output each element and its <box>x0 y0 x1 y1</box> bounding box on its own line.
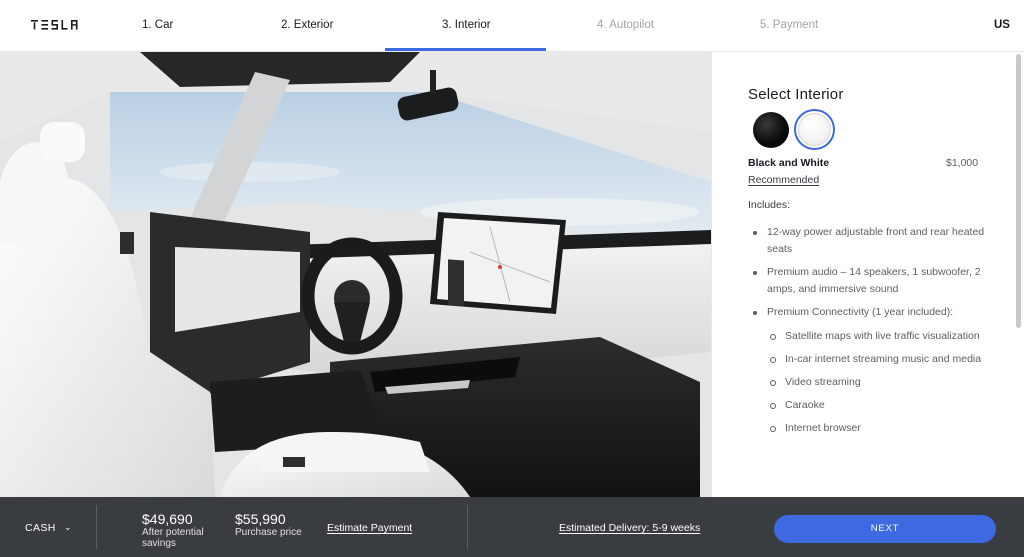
active-step-indicator <box>385 48 546 51</box>
includes-list: 12-way power adjustable front and rear h… <box>748 224 1008 443</box>
swatch-black[interactable] <box>753 112 789 148</box>
purchase-price-label: Purchase price <box>235 527 302 538</box>
list-item: Satellite maps with live traffic visuali… <box>748 328 1008 345</box>
payment-type-select[interactable]: CASH <box>25 522 56 534</box>
next-button[interactable]: NEXT <box>774 515 996 543</box>
chevron-down-icon[interactable]: ⌄ <box>64 522 72 533</box>
list-item: 12-way power adjustable front and rear h… <box>748 224 1008 258</box>
list-item: Internet browser <box>748 420 1008 437</box>
recommended-label: Recommended <box>748 174 820 186</box>
list-item: Video streaming <box>748 374 1008 391</box>
savings-label-line-1: After potential <box>142 527 204 538</box>
nav-step-interior[interactable]: 3. Interior <box>442 17 491 33</box>
summary-bar: CASH ⌄ $49,690 After potential savings $… <box>0 497 1024 557</box>
connectivity-list: Satellite maps with live traffic visuali… <box>748 328 1008 437</box>
interior-options-panel: Select Interior Black and White $1,000 R… <box>711 52 1024 497</box>
estimate-payment-link[interactable]: Estimate Payment <box>327 522 412 534</box>
selected-interior-name: Black and White <box>748 157 830 169</box>
panel-scrollbar[interactable] <box>1016 54 1021 328</box>
estimated-delivery-link[interactable]: Estimated Delivery: 5-9 weeks <box>559 522 700 534</box>
divider <box>96 505 97 549</box>
nav-step-exterior[interactable]: 2. Exterior <box>281 17 333 33</box>
list-item-label: Premium Connectivity (1 year included): <box>767 306 954 318</box>
list-item: In-car internet streaming music and medi… <box>748 351 1008 368</box>
nav-step-car[interactable]: 1. Car <box>142 17 173 33</box>
purchase-price: $55,990 <box>235 511 286 527</box>
nav-step-payment[interactable]: 5. Payment <box>760 17 818 33</box>
nav-step-autopilot[interactable]: 4. Autopilot <box>597 17 654 33</box>
list-item: Caraoke <box>748 397 1008 414</box>
interior-illustration <box>0 52 711 497</box>
swatch-black-and-white[interactable] <box>798 113 831 146</box>
selected-interior-price: $1,000 <box>946 157 979 169</box>
tesla-logo[interactable] <box>31 20 85 30</box>
savings-price: $49,690 <box>142 511 193 527</box>
list-item: Premium audio – 14 speakers, 1 subwoofer… <box>748 264 1008 298</box>
savings-label-line-2: savings <box>142 538 176 549</box>
panel-title: Select Interior <box>748 86 844 103</box>
includes-label: Includes: <box>748 199 791 211</box>
interior-image <box>0 52 711 497</box>
divider <box>467 505 468 549</box>
top-nav: 1. Car 2. Exterior 3. Interior 4. Autopi… <box>0 0 1024 52</box>
list-item-connectivity: Premium Connectivity (1 year included): <box>748 304 1008 321</box>
region-selector[interactable]: US <box>994 17 1010 33</box>
